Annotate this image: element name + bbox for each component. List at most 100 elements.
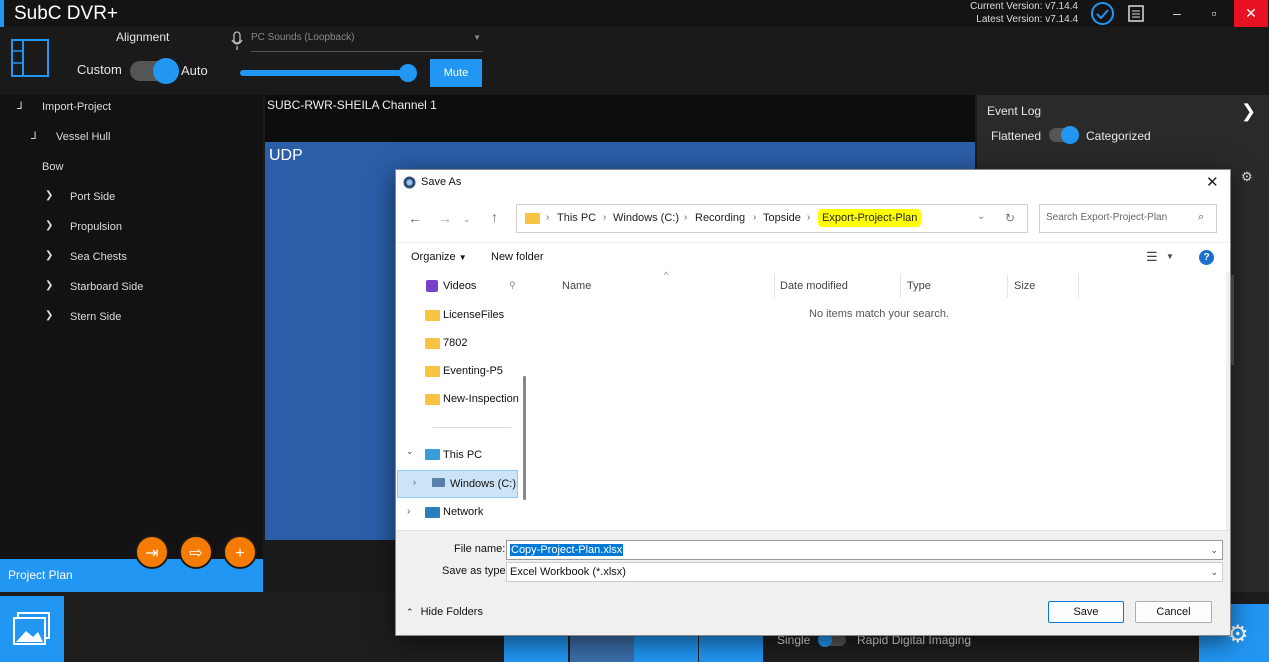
recent-chevron-icon[interactable]: ⌄ [463,214,471,225]
microphone-icon [231,31,243,56]
breadcrumb-separator: › [546,212,550,223]
back-arrow-icon[interactable]: ← [408,210,422,226]
collapse-icon[interactable]: ⅃ [31,131,37,142]
close-icon[interactable]: ✕ [1206,173,1219,191]
volume-slider[interactable] [240,70,408,76]
column-date-modified[interactable]: Date modified [780,276,848,296]
hide-folders-button[interactable]: ⌃ Hide Folders [406,606,483,618]
breadcrumb-topside[interactable]: Topside [763,212,801,224]
column-name[interactable]: Name [562,276,591,296]
breadcrumb-separator: › [603,212,607,223]
view-options-icon[interactable]: ☰ [1146,249,1158,265]
save-as-type-select[interactable]: Excel Workbook (*.xlsx) ⌄ [506,562,1223,582]
chevron-right-icon[interactable]: ❯ [45,220,53,231]
tree-item-port-side[interactable]: Port Side [70,182,115,212]
caret-down-icon[interactable]: ▼ [1166,252,1174,261]
breadcrumb-export-project-plan[interactable]: Export-Project-Plan [818,209,922,227]
expand-chevron-icon[interactable]: ⌄ [406,446,414,457]
chevron-right-icon[interactable]: ❯ [45,190,53,201]
this-pc-icon [425,449,440,460]
close-app-button[interactable]: ✕ [1234,0,1268,27]
gallery-button[interactable] [0,596,64,662]
gear-icon[interactable]: ⚙ [1241,169,1253,185]
tree-item-root[interactable]: Import-Project [42,92,111,122]
volume-slider-thumb[interactable] [399,64,417,82]
controls-bar: Alignment Custom Auto PC Sounds (Loopbac… [0,27,1269,95]
notes-icon[interactable] [1128,5,1144,27]
chevron-down-icon[interactable]: ⌄ [977,211,985,222]
channel-label: SUBC-RWR-SHEILA Channel 1 [267,98,437,112]
breadcrumb-windows[interactable]: Windows (C:) [613,212,679,224]
search-box[interactable]: Search Export-Project-Plan ⌕ [1039,204,1217,233]
file-name-input[interactable]: Copy-Project-Plan.xlsx ⌄ [506,540,1223,560]
tree-item-starboard-side[interactable]: Starboard Side [70,272,143,302]
nav-item-eventing-p5[interactable]: Eventing-P5 [443,358,503,384]
audio-source-select[interactable]: PC Sounds (Loopback) ▼ [251,32,483,52]
breadcrumb-this-pc[interactable]: This PC [557,212,596,224]
tree-item-bow[interactable]: Bow [42,152,63,182]
chevron-down-icon: ⌄ [1210,567,1218,577]
new-folder-button[interactable]: New folder [491,251,544,263]
save-as-dialog: Save As ✕ ← → ⌄ ↑ › This PC › Windows (C… [395,169,1231,636]
nav-item-videos[interactable]: Videos [443,273,476,299]
folder-icon [425,394,440,405]
help-icon[interactable]: ? [1199,250,1214,265]
categorize-toggle[interactable] [1049,126,1079,144]
dialog-nav-bar: ← → ⌄ ↑ › This PC › Windows (C:) › Recor… [396,196,1230,242]
divider [433,427,511,428]
column-separator [1078,274,1079,298]
column-separator [1007,274,1008,298]
project-plan-tab[interactable]: Project Plan [0,559,263,592]
cancel-button[interactable]: Cancel [1135,601,1212,623]
nav-item-7802[interactable]: 7802 [443,330,467,356]
dialog-titlebar: Save As ✕ [396,170,1230,196]
collapse-icon[interactable]: ⅃ [17,101,23,112]
chevron-right-icon[interactable]: ❯ [45,280,53,291]
file-name-value: Copy-Project-Plan.xlsx [510,544,624,556]
tree-item-propulsion[interactable]: Propulsion [70,212,122,242]
nav-item-new-inspection[interactable]: New-Inspection [443,386,519,412]
save-button[interactable]: Save [1048,601,1124,623]
address-bar[interactable]: › This PC › Windows (C:) › Recording › T… [516,204,1028,233]
forward-arrow-icon[interactable]: → [438,210,452,226]
tree-item-stern-side[interactable]: Stern Side [70,302,121,332]
chevron-right-icon[interactable]: ❯ [45,310,53,321]
layout-icon[interactable] [11,39,49,82]
nav-item-licensefiles[interactable]: LicenseFiles [443,302,504,328]
maximize-button[interactable]: ▫ [1197,0,1231,27]
chevron-right-icon[interactable]: › [413,477,416,487]
organize-button[interactable]: Organize ▼ [411,251,467,263]
add-button[interactable]: + [223,535,257,569]
minimize-button[interactable]: – [1160,0,1194,27]
nav-item-windows-selected[interactable]: › Windows (C:) [397,470,518,498]
nav-item-network[interactable]: Network [443,499,483,525]
image-icon [13,612,50,645]
alignment-toggle[interactable] [130,58,179,84]
import-button[interactable]: ⇥ [135,535,169,569]
column-type[interactable]: Type [907,276,931,296]
chevron-right-icon[interactable]: ❯ [1241,101,1256,122]
breadcrumb-recording[interactable]: Recording [695,212,745,224]
tree-item-sea-chests[interactable]: Sea Chests [70,242,127,272]
mute-button[interactable]: Mute [430,59,482,87]
export-button[interactable]: ⇨ [179,535,213,569]
save-as-type-label: Save as type: [442,565,509,577]
chevron-right-icon[interactable]: › [407,506,410,517]
refresh-icon[interactable]: ↻ [1005,211,1015,225]
tree-item-vessel-hull[interactable]: Vessel Hull [56,122,110,152]
file-list: ^ Name Date modified Type Size No items … [532,270,1226,530]
audio-source-value: PC Sounds (Loopback) [251,32,355,43]
up-arrow-icon[interactable]: ↑ [491,209,498,225]
nav-item-this-pc[interactable]: This PC [443,442,482,468]
categorized-label: Categorized [1086,129,1151,143]
folder-icon [425,338,440,349]
breadcrumb-separator: › [684,212,688,223]
chevron-up-icon: ⌃ [406,607,414,617]
save-form: File name: Copy-Project-Plan.xlsx ⌄ Save… [396,530,1230,635]
column-size[interactable]: Size [1014,276,1035,296]
search-icon: ⌕ [1198,211,1205,223]
nav-scrollbar[interactable] [523,376,526,500]
latest-version: Latest Version: v7.14.4 [976,14,1078,25]
app-icon [403,176,416,189]
chevron-right-icon[interactable]: ❯ [45,250,53,261]
